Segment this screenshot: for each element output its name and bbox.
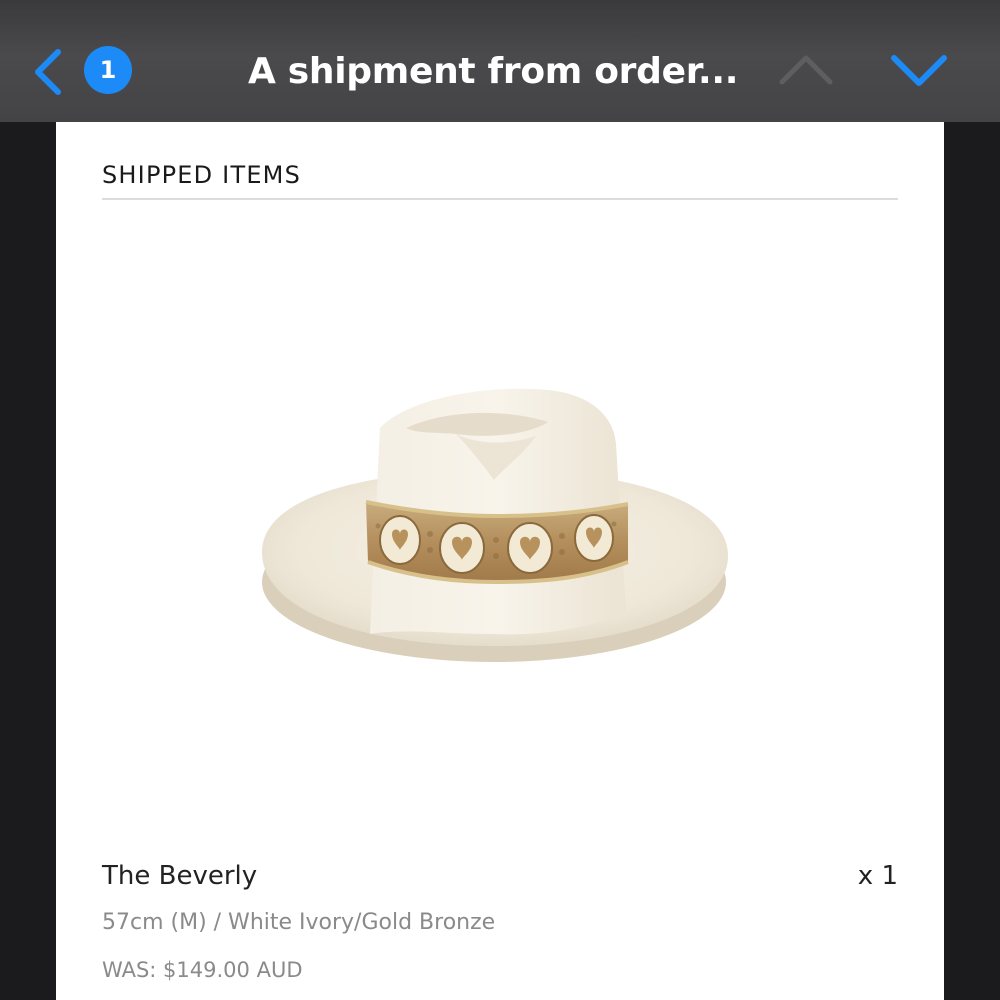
product-variant: 57cm (M) / White Ivory/Gold Bronze: [102, 910, 496, 935]
navigation-bar: 1 A shipment from order...: [0, 0, 1000, 122]
back-button[interactable]: [28, 46, 68, 98]
unread-count-badge: 1: [84, 46, 132, 94]
chevron-left-icon: [35, 49, 61, 95]
previous-message-button[interactable]: [776, 50, 836, 90]
chevron-down-icon: [891, 55, 947, 86]
section-header: SHIPPED ITEMS: [102, 161, 302, 189]
email-detail-screen: 1 A shipment from order... SHIPPED ITEMS: [0, 0, 1000, 1000]
email-subject-title: A shipment from order...: [248, 51, 739, 92]
next-message-button[interactable]: [888, 50, 950, 92]
chevron-up-icon: [779, 55, 833, 85]
section-divider: [102, 198, 898, 200]
product-name[interactable]: The Beverly: [102, 858, 257, 894]
product-image[interactable]: [256, 384, 746, 674]
product-quantity: x 1: [857, 861, 898, 891]
product-was-price: WAS: $149.00 AUD: [102, 958, 303, 982]
email-body: SHIPPED ITEMS The Beverly x 1 57cm (M) /…: [56, 122, 944, 1000]
